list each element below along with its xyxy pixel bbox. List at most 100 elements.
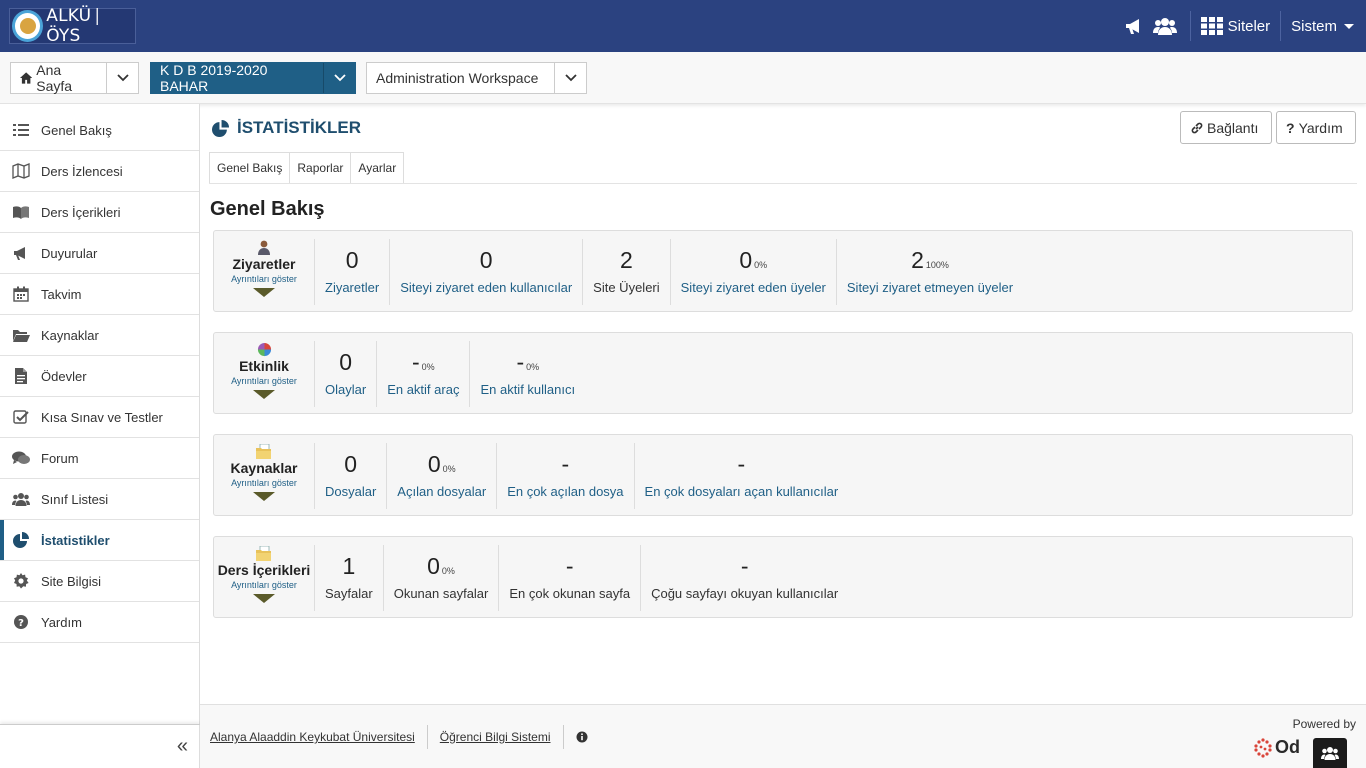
megaphone-icon [12, 244, 30, 262]
book-icon [12, 203, 30, 221]
info-icon[interactable] [576, 731, 588, 743]
stat-percent: 0% [754, 260, 768, 270]
activity-panel: Etkinlik Ayrıntıları göster 0 Olaylar -0… [213, 332, 1353, 414]
page-title: İSTATİSTİKLER [212, 118, 361, 138]
stat-value: - [565, 553, 574, 579]
lessons-panel-header[interactable]: Ders İçerikleri Ayrıntıları göster [214, 545, 315, 611]
sidebar-item-quizzes[interactable]: Kısa Sınav ve Testler [0, 397, 199, 438]
stat-label[interactable]: Açılan dosyalar [397, 484, 486, 499]
show-details-link[interactable]: Ayrıntıları göster [231, 274, 297, 284]
sidebar-item-roster[interactable]: Sınıf Listesi [0, 479, 199, 520]
stat-site-members: 2 Site Üyeleri [583, 239, 671, 305]
users-icon[interactable] [1150, 0, 1180, 52]
sidebar-item-label: Sınıf Listesi [41, 491, 109, 507]
breadcrumb-home[interactable]: Ana Sayfa [10, 62, 139, 94]
footer: Alanya Alaaddin Keykubat Üniversitesi Öğ… [200, 704, 1366, 768]
footer-link-university[interactable]: Alanya Alaaddin Keykubat Üniversitesi [210, 730, 415, 744]
resources-panel-header[interactable]: Kaynaklar Ayrıntıları göster [214, 443, 315, 509]
stat-visiting-users: 0 Siteyi ziyaret eden kullanıcılar [390, 239, 584, 305]
stat-percent: 0% [421, 362, 435, 372]
tab-settings[interactable]: Ayarlar [350, 152, 405, 184]
sidebar-item-label: Yardım [41, 614, 82, 630]
pie-chart-icon [12, 531, 30, 549]
lessons-panel: Ders İçerikleri Ayrıntıları göster 1 Say… [213, 536, 1353, 618]
sidebar-item-syllabus[interactable]: Ders İzlencesi [0, 151, 199, 192]
workspace-label: Administration Workspace [376, 70, 539, 86]
chevron-down-icon[interactable] [106, 63, 138, 93]
question-icon: ? [1286, 119, 1295, 136]
stat-label[interactable]: En çok açılan dosya [507, 484, 623, 499]
tab-bar: Genel Bakış Raporlar Ayarlar [209, 152, 405, 184]
system-menu-button[interactable]: Sistem [1291, 18, 1354, 35]
footer-link-student-system[interactable]: Öğrenci Bilgi Sistemi [440, 730, 551, 744]
double-chevron-left-icon: « [176, 735, 188, 757]
show-details-link[interactable]: Ayrıntıları göster [231, 580, 297, 590]
breadcrumb-workspace[interactable]: Administration Workspace [366, 62, 587, 94]
sidebar-item-label: Genel Bakış [41, 122, 112, 138]
breadcrumb-site[interactable]: K D B 2019-2020 BAHAR [150, 62, 356, 94]
sidebar-item-announcements[interactable]: Duyurular [0, 233, 199, 274]
stat-label[interactable]: En çok dosyaları açan kullanıcılar [645, 484, 839, 499]
tab-overview[interactable]: Genel Bakış [209, 152, 290, 184]
stat-label[interactable]: Siteyi ziyaret eden üyeler [681, 280, 826, 295]
chevron-down-icon[interactable] [323, 63, 355, 93]
collapse-sidebar-button[interactable]: « [0, 724, 200, 768]
stat-label[interactable]: Ziyaretler [325, 280, 379, 295]
stat-label: Site Üyeleri [593, 280, 660, 295]
activity-panel-header[interactable]: Etkinlik Ayrıntıları göster [214, 341, 315, 407]
calendar-icon [12, 285, 30, 303]
megaphone-icon[interactable] [1124, 0, 1146, 52]
chevron-down-icon[interactable] [554, 63, 586, 93]
sidebar-item-assignments[interactable]: Ödevler [0, 356, 199, 397]
sidebar-item-label: Kısa Sınav ve Testler [41, 409, 163, 425]
link-button[interactable]: Bağlantı [1180, 111, 1272, 144]
stat-percent: 0% [526, 362, 540, 372]
triangle-down-icon[interactable] [253, 390, 275, 399]
triangle-down-icon[interactable] [253, 288, 275, 297]
stat-visiting-members: 0 0% Siteyi ziyaret eden üyeler [671, 239, 837, 305]
sidebar-item-forum[interactable]: Forum [0, 438, 199, 479]
sidebar-item-overview[interactable]: Genel Bakış [0, 110, 199, 151]
help-button[interactable]: ? Yardım [1276, 111, 1356, 144]
stat-files: 0 Dosyalar [315, 443, 388, 509]
show-details-link[interactable]: Ayrıntıları göster [231, 376, 297, 386]
home-icon [20, 72, 33, 84]
page-title-text: İSTATİSTİKLER [237, 118, 362, 137]
tab-reports[interactable]: Raporlar [289, 152, 351, 184]
site-logo[interactable]: ALKÜ |ÖYS [9, 6, 136, 46]
top-navbar: ALKÜ |ÖYS Siteler Sistem [0, 0, 1366, 52]
stat-label[interactable]: En aktif araç [387, 382, 459, 397]
triangle-down-icon[interactable] [253, 594, 275, 603]
visits-panel-header[interactable]: Ziyaretler Ayrıntıları göster [214, 239, 315, 305]
divider [562, 725, 564, 749]
stat-label[interactable]: En aktif kullanıcı [480, 382, 575, 397]
stat-label[interactable]: Siteyi ziyaret eden kullanıcılar [400, 280, 572, 295]
sidebar-item-lessons[interactable]: Ders İçerikleri [0, 192, 199, 233]
stat-top-file-openers: - En çok dosyaları açan kullanıcılar [635, 443, 849, 509]
sidebar-item-calendar[interactable]: Takvim [0, 274, 199, 315]
sidebar-item-statistics[interactable]: İstatistikler [0, 520, 199, 561]
chat-users-button[interactable] [1313, 738, 1347, 768]
divider [426, 725, 428, 749]
stat-label[interactable]: Siteyi ziyaret etmeyen üyeler [847, 280, 1013, 295]
stat-label[interactable]: Dosyalar [325, 484, 376, 499]
stat-label[interactable]: Olaylar [325, 382, 366, 397]
show-details-link[interactable]: Ayrıntıları göster [231, 478, 297, 488]
sidebar-item-site-info[interactable]: Site Bilgisi [0, 561, 199, 602]
resources-panel: Kaynaklar Ayrıntıları göster 0 Dosyalar … [213, 434, 1353, 516]
file-text-icon [12, 367, 30, 385]
gear-icon [12, 572, 30, 590]
sidebar-item-label: Takvim [41, 286, 82, 302]
sites-menu-button[interactable]: Siteler [1200, 17, 1271, 35]
stat-read-pages: 0 0% Okunan sayfalar [384, 545, 500, 611]
users-icon [1321, 747, 1339, 760]
main-content: İSTATİSTİKLER Bağlantı ? Yardım Genel Ba… [200, 104, 1366, 704]
home-label: Ana Sayfa [36, 62, 73, 94]
sidebar-item-help[interactable]: ? Yardım [0, 602, 199, 643]
link-button-label: Bağlantı [1207, 119, 1259, 136]
sites-label: Siteler [1227, 17, 1271, 35]
triangle-down-icon[interactable] [253, 492, 275, 501]
sidebar-item-resources[interactable]: Kaynaklar [0, 315, 199, 356]
sidebar-item-label: İstatistikler [41, 532, 110, 548]
powered-by-label: Powered by [1292, 717, 1356, 731]
